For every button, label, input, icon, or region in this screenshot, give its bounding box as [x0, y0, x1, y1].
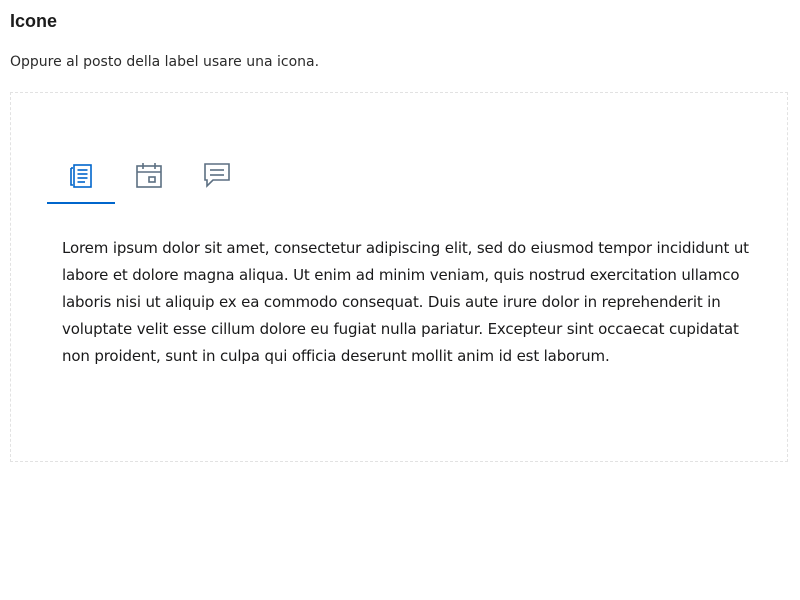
section-description: Oppure al posto della label usare una ic… — [10, 54, 320, 70]
tab-calendar[interactable] — [115, 157, 183, 204]
calendar-icon — [133, 159, 165, 191]
document-icon — [65, 159, 97, 191]
tab-comments[interactable] — [183, 157, 251, 204]
comment-icon — [201, 159, 233, 191]
example-container: Lorem ipsum dolor sit amet, consectetur … — [10, 92, 788, 462]
tab-document[interactable] — [47, 157, 115, 204]
section-title: Icone — [10, 11, 58, 31]
tab-panel-content: Lorem ipsum dolor sit amet, consectetur … — [62, 239, 749, 365]
icon-tabs — [47, 155, 251, 204]
